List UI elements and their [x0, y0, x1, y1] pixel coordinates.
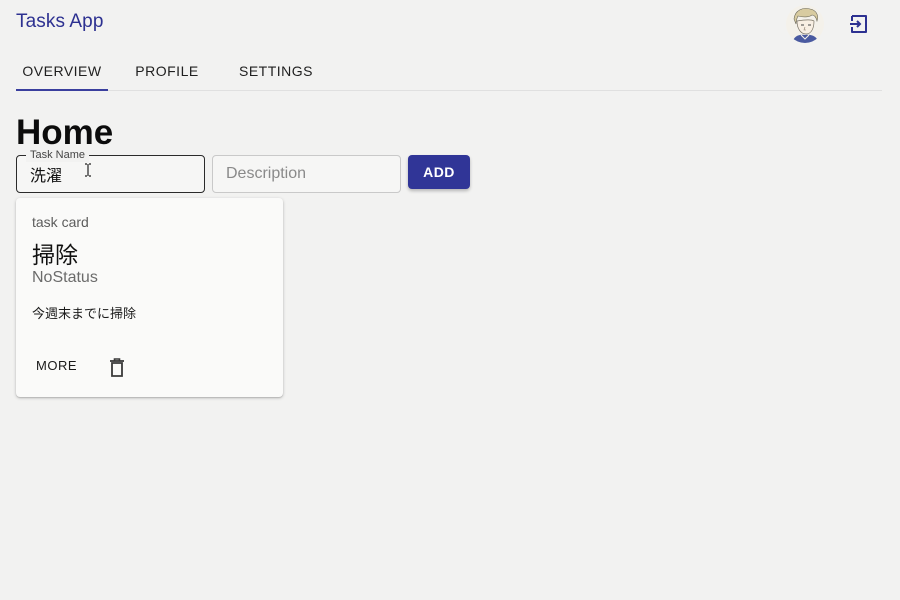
tab-overview[interactable]: OVERVIEW [16, 52, 108, 91]
app-title: Tasks App [16, 11, 104, 32]
delete-button[interactable] [106, 355, 128, 379]
card-overline: task card [32, 214, 89, 230]
task-name-label: Task Name [26, 148, 90, 162]
add-button[interactable]: ADD [408, 155, 470, 189]
more-button[interactable]: MORE [28, 355, 85, 377]
task-card: task card 掃除 NoStatus 今週末までに掃除 MORE [16, 198, 283, 397]
task-name-field: Task Name [16, 148, 205, 193]
card-description: 今週末までに掃除 [32, 306, 137, 321]
tab-settings[interactable]: SETTINGS [226, 52, 326, 90]
avatar-image [786, 5, 824, 43]
page-title: Home [16, 113, 114, 152]
trash-icon [110, 357, 124, 377]
description-field [212, 155, 401, 193]
logout-button[interactable] [845, 10, 873, 38]
tab-profile[interactable]: PROFILE [108, 52, 226, 90]
nav-tabs: OVERVIEW PROFILE SETTINGS [16, 52, 882, 91]
card-title: 掃除 [32, 242, 78, 268]
user-avatar[interactable] [786, 5, 824, 43]
description-input[interactable] [213, 156, 400, 192]
card-status: NoStatus [32, 269, 98, 286]
logout-icon [850, 15, 867, 33]
